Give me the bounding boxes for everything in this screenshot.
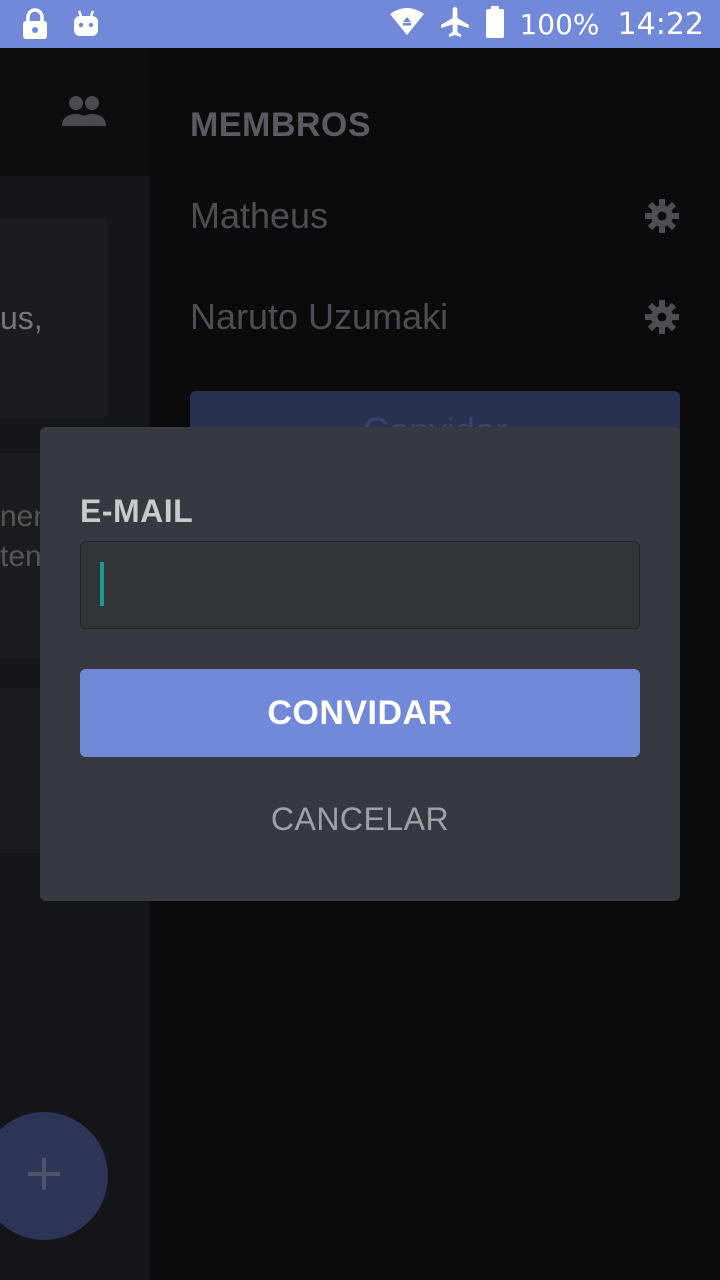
members-icon[interactable] — [60, 94, 108, 133]
members-header: MEMBROS — [190, 106, 372, 144]
email-field[interactable] — [80, 541, 640, 629]
invite-dialog: E-MAIL CONVIDAR CANCELAR — [40, 427, 680, 901]
android-debug-icon — [72, 10, 100, 43]
gear-icon[interactable] — [644, 198, 680, 234]
member-row[interactable]: Naruto Uzumaki — [190, 287, 680, 347]
member-row[interactable]: Matheus — [190, 186, 680, 246]
battery-percent: 100% — [519, 7, 600, 41]
text-caret — [100, 562, 104, 606]
invite-button[interactable]: CONVIDAR — [80, 669, 640, 757]
member-name: Naruto Uzumaki — [190, 296, 449, 337]
wifi-icon — [389, 7, 425, 41]
status-bar: 100% 14:22 — [0, 0, 720, 48]
add-fab-button[interactable] — [0, 1112, 108, 1240]
plus-icon — [26, 1156, 62, 1197]
gear-icon[interactable] — [644, 299, 680, 335]
lock-icon — [20, 8, 50, 45]
airplane-mode-icon — [439, 6, 471, 43]
left-card-text: ten — [0, 540, 42, 573]
cancel-button[interactable]: CANCELAR — [80, 789, 640, 849]
email-label: E-MAIL — [80, 493, 194, 529]
member-name: Matheus — [190, 195, 329, 236]
battery-icon — [485, 5, 505, 43]
left-card-text: us, — [0, 300, 43, 336]
clock: 14:22 — [617, 6, 704, 42]
